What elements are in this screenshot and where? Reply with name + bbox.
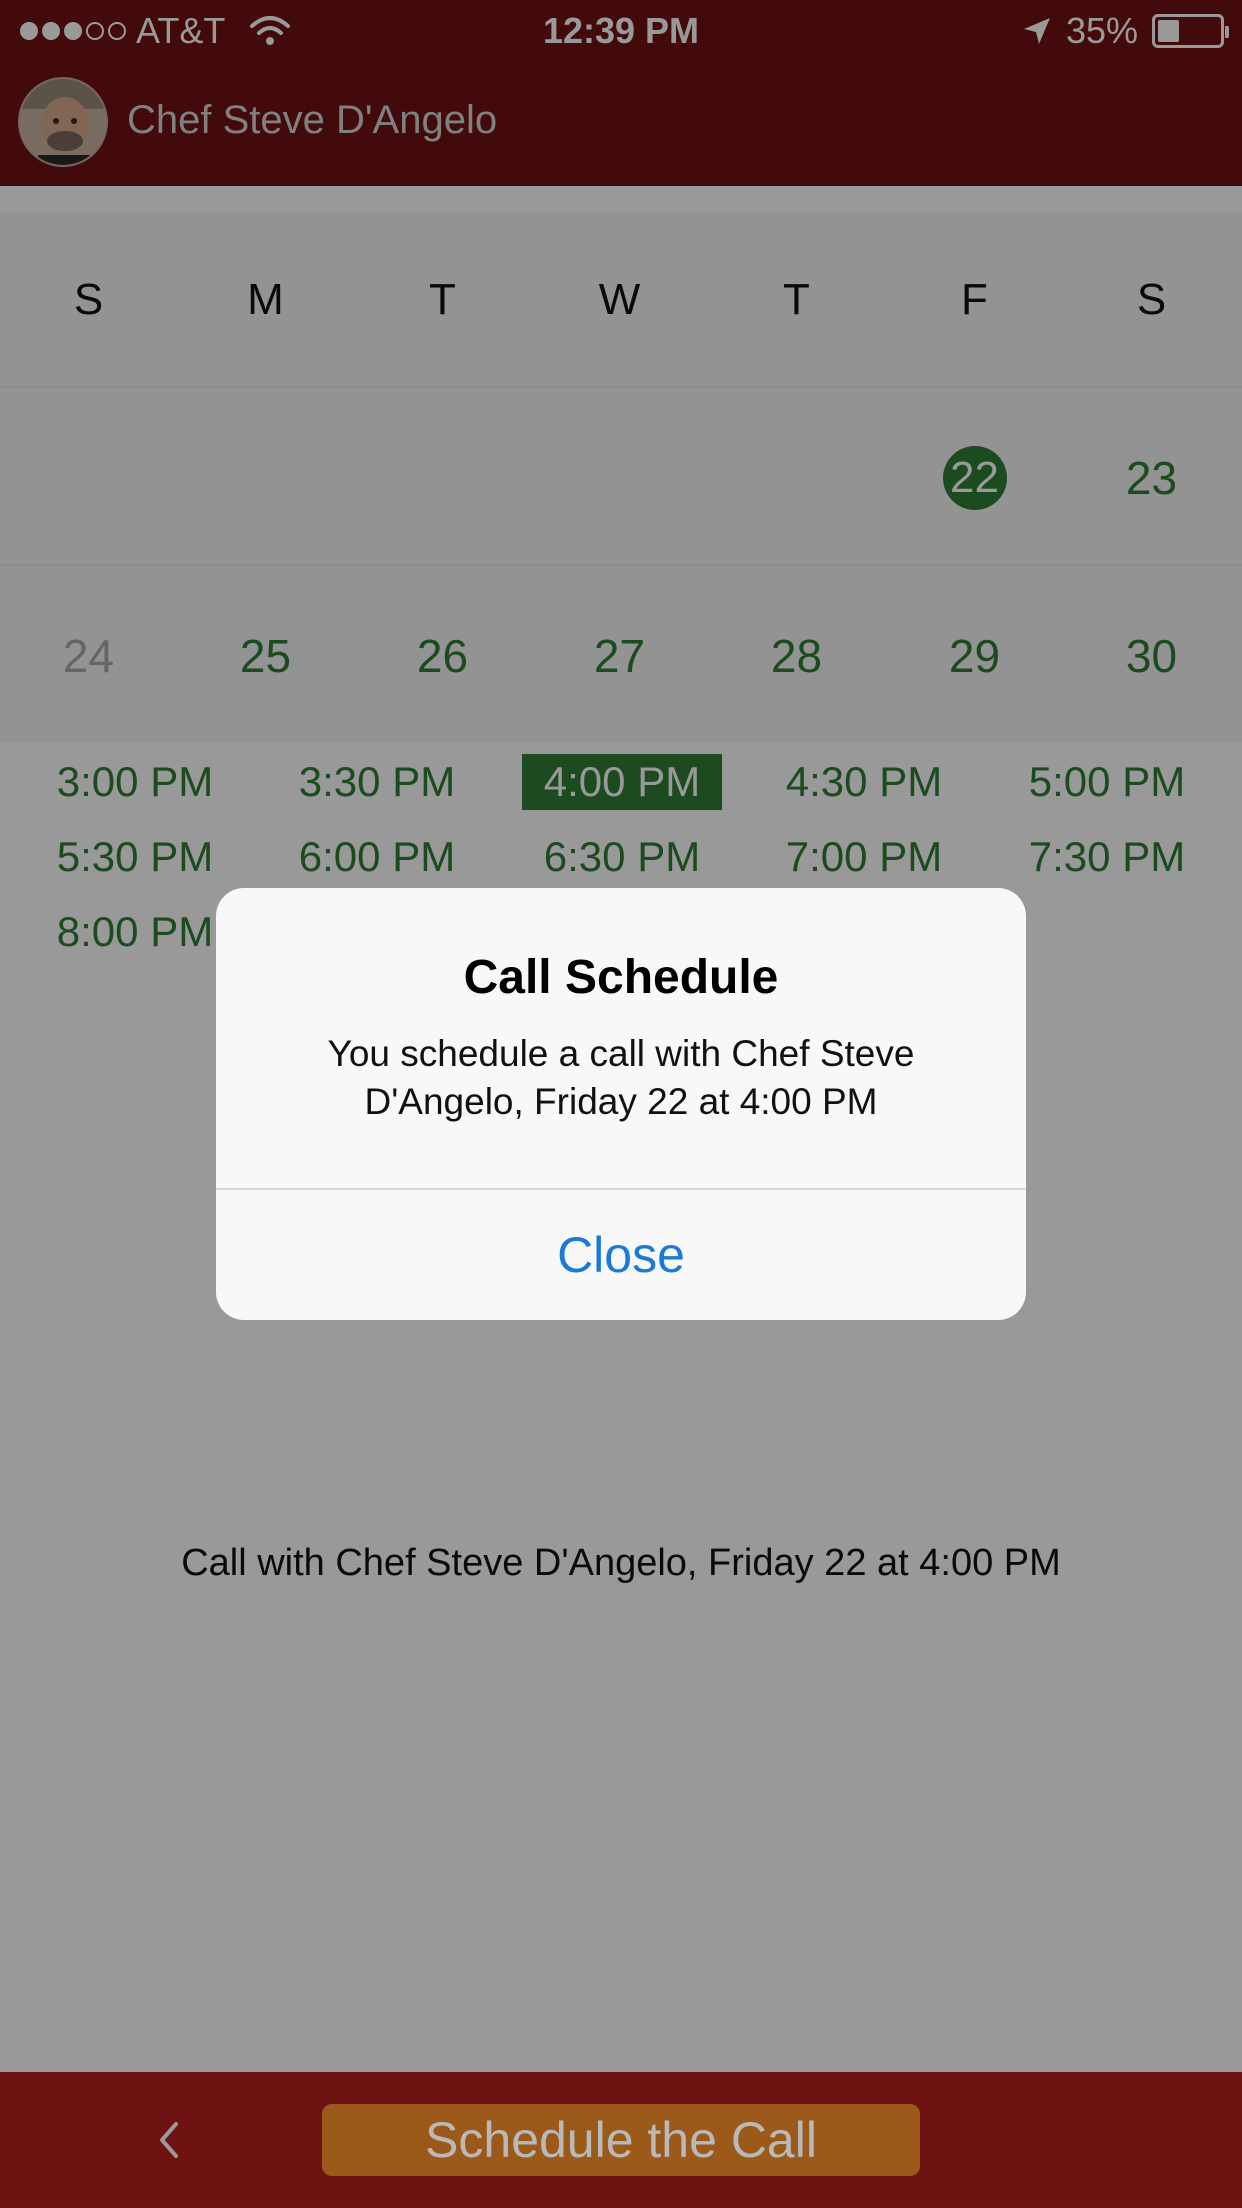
alert-dialog: Call Schedule You schedule a call with C… <box>216 888 1026 1320</box>
alert-message: You schedule a call with Chef Steve D'An… <box>327 1033 915 1122</box>
chevron-left-icon[interactable] <box>150 2116 190 2164</box>
alert-title: Call Schedule <box>463 951 779 1004</box>
close-button[interactable]: Close <box>216 1190 1026 1320</box>
schedule-call-button[interactable]: Schedule the Call <box>322 2104 920 2176</box>
bottom-bar: Schedule the Call <box>0 2072 1242 2208</box>
